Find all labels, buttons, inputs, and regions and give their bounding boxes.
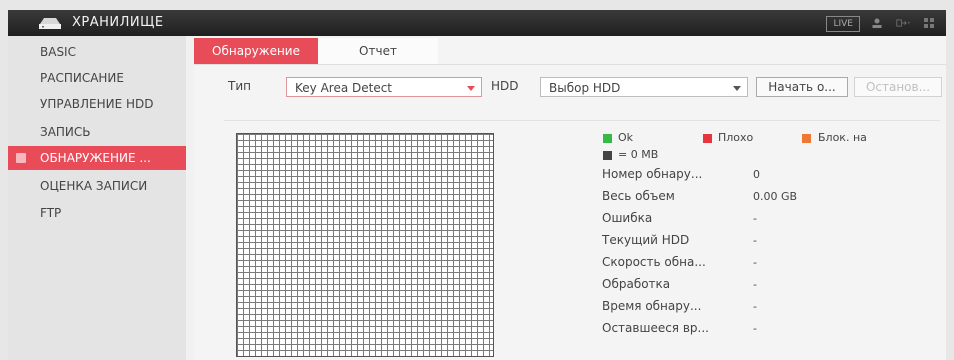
user-icon[interactable]	[870, 17, 884, 29]
info-label: Номер обнару...	[602, 167, 703, 181]
info-value: -	[753, 278, 757, 291]
hdd-select-value: Выбор HDD	[549, 81, 621, 95]
hdd-label: HDD	[491, 79, 519, 93]
divider	[224, 120, 940, 121]
ok-legend-icon	[603, 134, 612, 143]
hdd-logo-icon	[39, 18, 61, 29]
info-label: Скорость обна...	[602, 255, 706, 269]
start-button[interactable]: Начать о...	[756, 77, 848, 97]
legend-ok: Ok	[618, 131, 634, 144]
info-value: 0.00 GB	[753, 190, 798, 203]
app-window: ХРАНИЛИЩЕ LIVE BASIC РАСПИСАНИЕ УПРАВЛЕН…	[8, 10, 946, 360]
logout-icon[interactable]	[896, 17, 910, 29]
info-value: -	[753, 256, 757, 269]
size-legend-icon	[603, 151, 612, 160]
sidebar-item-label: УПРАВЛЕНИЕ HDD	[40, 97, 154, 111]
sidebar-item-detect[interactable]: ОБНАРУЖЕНИЕ ...	[8, 146, 186, 170]
sidebar-item-basic[interactable]: BASIC	[8, 40, 186, 64]
type-label: Тип	[228, 79, 251, 93]
info-value: -	[753, 212, 757, 225]
info-label: Текущий HDD	[602, 233, 690, 247]
sidebar-item-label: FTP	[40, 206, 62, 220]
info-label: Оставшееся вр...	[602, 321, 709, 335]
disk-block-grid	[236, 133, 494, 357]
sidebar-item-record-estimate[interactable]: ОЦЕНКА ЗАПИСИ	[8, 174, 186, 198]
info-label: Весь объем	[602, 189, 675, 203]
info-value: -	[753, 234, 757, 247]
legend-block: Блок. на	[818, 131, 867, 144]
sidebar-item-schedule[interactable]: РАСПИСАНИЕ	[8, 66, 186, 90]
tab-detect[interactable]: Обнаружение	[194, 38, 318, 64]
live-button[interactable]: LIVE	[826, 16, 860, 32]
bad-legend-icon	[703, 134, 712, 143]
block-legend-icon	[802, 134, 811, 143]
sidebar-item-label: ОЦЕНКА ЗАПИСИ	[40, 179, 148, 193]
grid-icon[interactable]	[922, 17, 936, 29]
sidebar-item-label: ОБНАРУЖЕНИЕ ...	[40, 151, 151, 165]
tab-divider	[194, 64, 946, 65]
info-value: -	[753, 300, 757, 313]
sidebar-item-record[interactable]: ЗАПИСЬ	[8, 120, 186, 144]
main-panel: Обнаружение Отчет Тип Key Area Detect HD…	[194, 36, 946, 360]
info-label: Ошибка	[602, 211, 653, 225]
info-value: -	[753, 322, 757, 335]
sidebar-item-label: ЗАПИСЬ	[40, 125, 91, 139]
tab-report[interactable]: Отчет	[318, 38, 438, 64]
sidebar-item-hdd-management[interactable]: УПРАВЛЕНИЕ HDD	[8, 92, 186, 116]
info-label: Обработка	[602, 277, 671, 291]
info-label: Время обнару...	[602, 299, 702, 313]
info-value: 0	[753, 168, 760, 181]
sidebar: BASIC РАСПИСАНИЕ УПРАВЛЕНИЕ HDD ЗАПИСЬ О…	[8, 36, 186, 360]
sidebar-item-label: BASIC	[40, 45, 76, 59]
type-select[interactable]: Key Area Detect	[286, 77, 482, 97]
active-marker-icon	[16, 153, 26, 163]
legend-size: = 0 MB	[618, 148, 659, 161]
hdd-select[interactable]: Выбор HDD	[540, 77, 748, 97]
top-bar: ХРАНИЛИЩЕ LIVE	[8, 10, 946, 36]
stop-button[interactable]: Останов...	[854, 77, 942, 97]
sidebar-item-ftp[interactable]: FTP	[8, 201, 186, 225]
page-title: ХРАНИЛИЩЕ	[72, 15, 164, 30]
type-select-value: Key Area Detect	[295, 81, 393, 95]
chevron-down-icon	[733, 86, 741, 91]
sidebar-item-label: РАСПИСАНИЕ	[40, 71, 124, 85]
legend-bad: Плохо	[718, 131, 754, 144]
chevron-down-icon	[467, 86, 475, 91]
